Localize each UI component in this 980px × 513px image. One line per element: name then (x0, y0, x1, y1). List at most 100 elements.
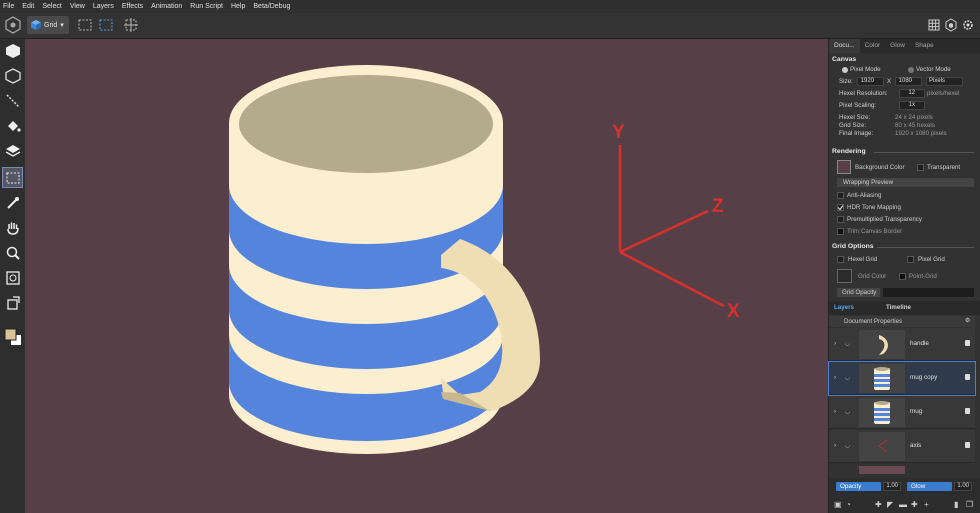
hdr-label: HDR Tone Mapping (847, 204, 901, 211)
menu-view[interactable]: View (67, 3, 90, 10)
opacity-slider[interactable]: Opacity (836, 482, 881, 491)
lock-icon[interactable] (965, 442, 970, 448)
select-tool-icon[interactable] (2, 167, 23, 188)
visibility-eye-icon[interactable]: ◡ (845, 442, 850, 449)
transform-tool-icon[interactable] (3, 293, 22, 312)
trim-border-checkbox[interactable] (837, 228, 844, 235)
app-logo-icon[interactable] (4, 16, 22, 34)
zoom-icon[interactable] (3, 243, 22, 262)
axis-z-label: Z (712, 196, 724, 217)
unit-select[interactable]: Pixels (926, 77, 963, 86)
menu-help[interactable]: Help (228, 3, 250, 10)
expand-icon[interactable]: › (834, 374, 836, 381)
layers-stack-icon[interactable] (3, 141, 22, 160)
size-x-separator: X (887, 78, 892, 85)
pixel-grid-checkbox[interactable] (907, 256, 914, 263)
add-layer-icon[interactable]: ✚ (911, 500, 918, 509)
fill-bucket-icon[interactable] (3, 116, 22, 135)
menu-effects[interactable]: Effects (119, 3, 148, 10)
visibility-eye-icon[interactable]: ◡ (845, 408, 850, 415)
layer-thumbnail-partial (859, 466, 905, 474)
transparent-checkbox[interactable] (917, 164, 924, 171)
fit-view-icon[interactable] (3, 268, 22, 287)
hdr-checkbox[interactable] (837, 204, 844, 211)
layer-name: axis (910, 442, 922, 449)
trash-icon[interactable]: ▮ (954, 500, 958, 509)
new-doc-icon[interactable]: ▣ (834, 500, 842, 509)
settings-gear-icon[interactable] (961, 16, 975, 34)
pixel-mode-radio[interactable] (842, 67, 848, 73)
tab-layers[interactable]: Layers (834, 304, 854, 311)
menu-beta-debug[interactable]: Beta/Debug (250, 3, 295, 10)
visibility-eye-icon[interactable]: ◡ (845, 340, 850, 347)
layer-name: handle (910, 340, 929, 347)
tab-shape[interactable]: Shape (910, 39, 939, 53)
folder-icon[interactable]: ▬ (899, 500, 907, 509)
layer-row-mug[interactable]: › ◡ mug (829, 396, 975, 429)
transform-icon[interactable] (122, 16, 140, 34)
glow-slider[interactable]: Glow (907, 482, 952, 491)
layer-row-mug-copy[interactable]: › ◡ mug copy (828, 361, 976, 396)
layer-row-handle[interactable]: › ◡ handle (829, 328, 975, 361)
visibility-eye-icon[interactable]: ◡ (845, 374, 850, 381)
menu-edit[interactable]: Edit (19, 3, 39, 10)
grid-color-swatch[interactable] (837, 269, 852, 283)
hexel-size-value: 24 x 24 pixels (895, 114, 933, 121)
plus-icon[interactable]: + (924, 500, 929, 509)
lock-icon[interactable] (965, 408, 970, 414)
tab-color[interactable]: Color (860, 39, 886, 53)
pixel-scaling-field[interactable]: 1x (899, 101, 925, 110)
hexel-grid-checkbox[interactable] (837, 256, 844, 263)
vector-mode-radio[interactable] (908, 67, 914, 73)
menu-select[interactable]: Select (39, 3, 66, 10)
select-rect-icon[interactable] (76, 16, 94, 34)
size-label: Size: (839, 78, 853, 85)
tab-glow[interactable]: Glow (885, 39, 910, 53)
grid-mode-dropdown[interactable]: Grid ▾ (27, 16, 69, 34)
layer-row-axis[interactable]: › ◡ axis (829, 430, 975, 463)
select-blue-icon[interactable] (97, 16, 115, 34)
grid-mode-label: Grid (44, 21, 58, 29)
eyedropper-icon[interactable] (3, 193, 22, 212)
drawing-canvas[interactable]: Y Z X (25, 39, 828, 513)
color-swatch-icon[interactable] (3, 327, 22, 346)
menu-layers[interactable]: Layers (90, 3, 119, 10)
grid-view-icon[interactable] (927, 16, 941, 34)
toolbar: Grid ▾ (0, 13, 980, 39)
grid-opacity-slider[interactable] (883, 288, 974, 297)
hexel-grid-label: Hexel Grid (848, 256, 878, 263)
expand-icon[interactable]: › (834, 408, 836, 415)
menu-file[interactable]: File (0, 3, 19, 10)
expand-icon[interactable]: › (834, 340, 836, 347)
background-color-swatch[interactable] (837, 160, 851, 174)
menu-run-script[interactable]: Run Script (187, 3, 228, 10)
hexagon-outline-icon[interactable] (3, 66, 22, 85)
hand-pan-icon[interactable] (3, 218, 22, 237)
mask-icon[interactable]: ◔ (846, 500, 851, 509)
render-icon[interactable] (944, 16, 958, 34)
anti-aliasing-checkbox[interactable] (837, 192, 844, 199)
menu-animation[interactable]: Animation (148, 3, 187, 10)
menu-bar: File Edit Select View Layers Effects Ani… (0, 0, 980, 13)
pixel-mode-label: Pixel Mode (850, 66, 881, 73)
lock-icon[interactable] (965, 340, 970, 346)
height-field[interactable]: 1080 (895, 77, 922, 86)
point-grid-checkbox[interactable] (899, 273, 906, 280)
hexagon-fill-icon[interactable] (3, 41, 22, 60)
anti-aliasing-label: Anti-Aliasing (847, 192, 882, 199)
layer-name: mug copy (910, 374, 938, 381)
tab-timeline[interactable]: Timeline (886, 304, 911, 311)
expand-icon[interactable]: › (834, 442, 836, 449)
add-effect-icon[interactable]: ✚ (875, 500, 882, 509)
hexel-res-field[interactable]: 12 (899, 89, 925, 98)
glow-value[interactable]: 1.00 (954, 482, 972, 491)
width-field[interactable]: 1920 (857, 77, 884, 86)
tab-document[interactable]: Docu... (829, 39, 860, 53)
duplicate-icon[interactable]: ❐ (966, 500, 973, 509)
premult-checkbox[interactable] (837, 216, 844, 223)
opacity-value[interactable]: 1.00 (883, 482, 901, 491)
line-tool-icon[interactable] (3, 91, 22, 110)
gear-icon[interactable]: ⚙ (965, 317, 971, 324)
brush-icon[interactable]: ◤ (887, 500, 893, 509)
lock-icon[interactable] (965, 374, 970, 380)
